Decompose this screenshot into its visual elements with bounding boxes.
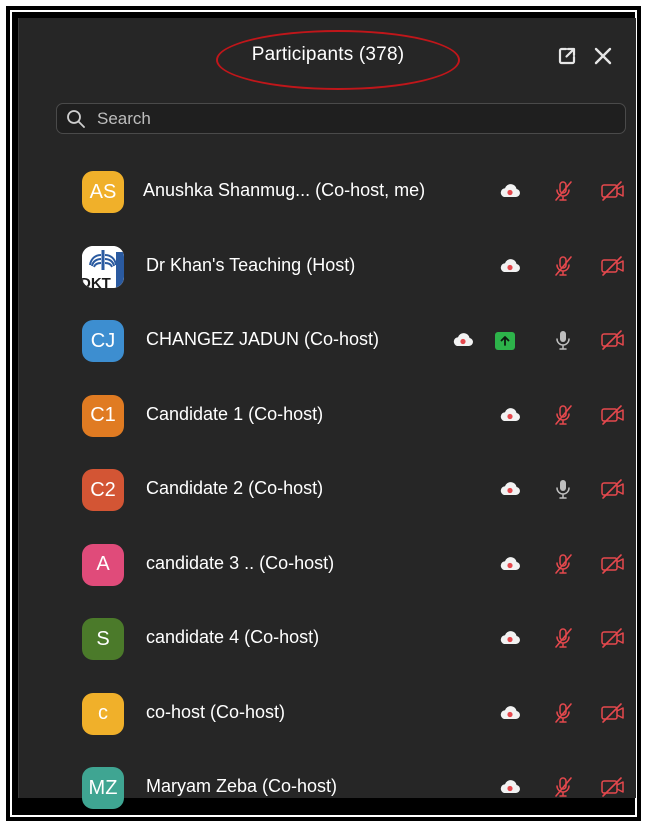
panel-header: Participants (378) bbox=[19, 18, 637, 92]
cloud-record-indicator bbox=[497, 551, 523, 577]
search-box[interactable] bbox=[56, 103, 626, 134]
participant-name: Candidate 2 (Co-host) bbox=[146, 478, 324, 498]
video-off-icon bbox=[601, 330, 624, 350]
participant-name: Dr Khan's Teaching (Host) bbox=[146, 254, 356, 275]
avatar: MZ bbox=[82, 767, 124, 809]
mic-muted-icon bbox=[555, 628, 572, 648]
mic-muted-button[interactable] bbox=[550, 253, 576, 279]
video-off-icon bbox=[601, 255, 624, 276]
participant-name: candidate 4 (Co-host) bbox=[146, 627, 320, 647]
popout-icon bbox=[558, 47, 576, 65]
screen-share-badge bbox=[495, 332, 515, 350]
video-off-button[interactable] bbox=[600, 476, 626, 502]
mic-muted-icon bbox=[555, 702, 572, 723]
screen-share-icon bbox=[500, 336, 510, 346]
cloud-record-indicator bbox=[497, 774, 523, 800]
avatar: DKT bbox=[82, 245, 124, 288]
participant-row[interactable]: C1 Candidate 1 (Co-host) bbox=[19, 380, 637, 454]
video-off-icon bbox=[601, 181, 624, 201]
cloud-record-icon bbox=[500, 556, 520, 570]
participant-row[interactable]: AS Anushka Shanmug... (Co-host, me) bbox=[19, 156, 637, 230]
close-button[interactable] bbox=[589, 42, 617, 70]
participant-row[interactable]: c co-host (Co-host) bbox=[19, 678, 637, 752]
cloud-record-icon bbox=[500, 705, 520, 719]
video-off-button[interactable] bbox=[600, 327, 626, 353]
avatar-logo-text: DKT bbox=[82, 274, 111, 288]
cloud-record-indicator bbox=[497, 700, 523, 726]
cloud-record-icon bbox=[500, 184, 520, 197]
video-off-icon bbox=[601, 628, 624, 648]
participant-row[interactable]: DKT Dr Khan's Teaching (Host) bbox=[19, 231, 637, 305]
video-off-button[interactable] bbox=[600, 178, 626, 204]
mic-muted-button[interactable] bbox=[550, 551, 576, 577]
mic-icon bbox=[556, 480, 570, 499]
close-icon bbox=[594, 47, 612, 65]
participant-row[interactable]: Scandidate 4 (Co-host) bbox=[19, 603, 637, 677]
mic-muted-icon bbox=[555, 777, 572, 797]
participant-name: candidate 3 .. (Co-host) bbox=[146, 552, 335, 573]
mic-button[interactable] bbox=[550, 327, 576, 353]
cloud-record-indicator bbox=[450, 327, 476, 353]
cloud-record-indicator bbox=[497, 402, 523, 428]
cloud-record-icon bbox=[500, 258, 520, 272]
cloud-record-icon bbox=[500, 482, 520, 495]
video-off-icon bbox=[601, 553, 624, 574]
video-off-icon bbox=[601, 777, 624, 797]
participant-row[interactable]: Acandidate 3 .. (Co-host) bbox=[19, 529, 637, 603]
video-off-button[interactable] bbox=[600, 551, 626, 577]
mic-muted-button[interactable] bbox=[550, 700, 576, 726]
mic-muted-icon bbox=[555, 404, 572, 425]
mic-muted-icon bbox=[555, 553, 572, 574]
video-off-button[interactable] bbox=[600, 625, 626, 651]
participant-name: Maryam Zeba (Co-host) bbox=[146, 776, 338, 796]
mic-muted-button[interactable] bbox=[550, 625, 576, 651]
mic-muted-icon bbox=[555, 255, 572, 276]
mic-icon bbox=[556, 331, 570, 350]
mic-button[interactable] bbox=[550, 476, 576, 502]
avatar: A bbox=[82, 543, 124, 586]
cloud-record-icon bbox=[453, 333, 473, 346]
avatar: c bbox=[82, 692, 124, 735]
participant-name: Anushka Shanmug... (Co-host, me) bbox=[143, 180, 426, 200]
mic-muted-icon bbox=[555, 181, 572, 201]
search-input[interactable] bbox=[95, 107, 619, 131]
avatar: C2 bbox=[82, 469, 124, 511]
mic-muted-button[interactable] bbox=[550, 402, 576, 428]
mic-muted-button[interactable] bbox=[550, 178, 576, 204]
video-off-button[interactable] bbox=[600, 253, 626, 279]
cloud-record-icon bbox=[500, 631, 520, 644]
participant-row[interactable]: CJ CHANGEZ JADUN (Co-host) bbox=[19, 305, 637, 379]
cloud-record-icon bbox=[500, 407, 520, 421]
avatar: CJ bbox=[82, 320, 124, 362]
title-annotation-ellipse bbox=[216, 30, 460, 90]
participant-row[interactable]: MZ Maryam Zeba (Co-host) bbox=[19, 752, 637, 826]
video-off-button[interactable] bbox=[600, 402, 626, 428]
cloud-record-indicator bbox=[497, 178, 523, 204]
video-off-icon bbox=[601, 404, 624, 425]
cloud-record-indicator bbox=[497, 253, 523, 279]
participant-row[interactable]: C2 Candidate 2 (Co-host) bbox=[19, 454, 637, 528]
cloud-record-icon bbox=[500, 780, 520, 793]
video-off-icon bbox=[601, 702, 624, 723]
video-off-button[interactable] bbox=[600, 700, 626, 726]
video-off-button[interactable] bbox=[600, 774, 626, 800]
search-icon bbox=[67, 110, 85, 128]
cloud-record-indicator bbox=[497, 625, 523, 651]
mic-muted-button[interactable] bbox=[550, 774, 576, 800]
participant-name: Candidate 1 (Co-host) bbox=[146, 403, 324, 424]
cloud-record-indicator bbox=[497, 476, 523, 502]
avatar: AS bbox=[82, 171, 124, 213]
video-off-icon bbox=[601, 479, 624, 499]
participants-panel: Participants (378) AS Anushka Shanmug... … bbox=[18, 18, 637, 809]
popout-button[interactable] bbox=[553, 42, 581, 70]
avatar: C1 bbox=[82, 394, 124, 437]
avatar: S bbox=[82, 618, 124, 660]
participant-name: CHANGEZ JADUN (Co-host) bbox=[146, 329, 380, 349]
participant-name: co-host (Co-host) bbox=[146, 701, 286, 722]
